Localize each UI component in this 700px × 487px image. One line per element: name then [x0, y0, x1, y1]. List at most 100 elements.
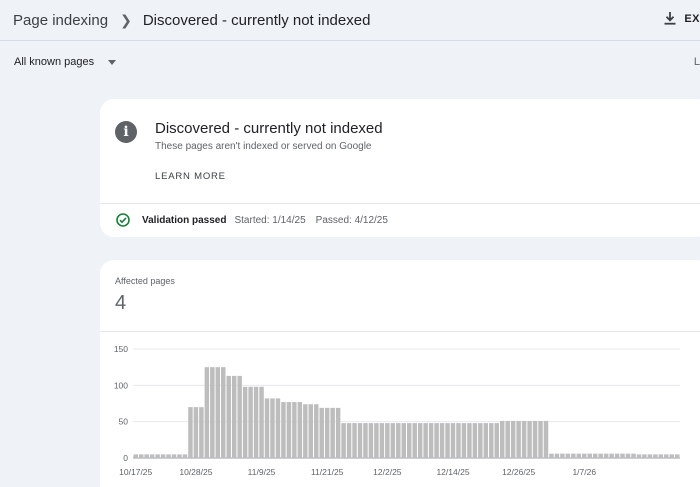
chart-bar[interactable] [286, 402, 292, 458]
chart-bar[interactable] [625, 453, 631, 458]
chart-bar[interactable] [675, 454, 680, 458]
chart-bar[interactable] [587, 453, 592, 458]
chart-bar[interactable] [576, 453, 582, 458]
chart-bar[interactable] [253, 386, 259, 458]
chart-bar[interactable] [642, 454, 647, 458]
chart-bar[interactable] [264, 398, 270, 458]
chart-bar[interactable] [319, 407, 324, 458]
chart-bar[interactable] [636, 454, 642, 458]
chart-bar[interactable] [450, 423, 456, 458]
chart-bar[interactable] [149, 454, 155, 458]
chart-bar[interactable] [543, 420, 549, 458]
chart-bar[interactable] [221, 367, 226, 458]
chart-bar[interactable] [231, 375, 237, 458]
chart-bar[interactable] [631, 453, 636, 458]
chart-bar[interactable] [428, 423, 434, 458]
chart-bar[interactable] [275, 398, 281, 458]
chart-bar[interactable] [653, 454, 658, 458]
chart-bar[interactable] [330, 407, 335, 458]
chart-bar[interactable] [182, 454, 188, 458]
chart-bar[interactable] [461, 423, 467, 458]
chart-bar[interactable] [226, 375, 231, 458]
chart-bar[interactable] [603, 453, 609, 458]
chart-bar[interactable] [527, 420, 532, 458]
chart-bar[interactable] [138, 454, 144, 458]
chart-bar[interactable] [215, 367, 221, 458]
chart-bar[interactable] [478, 423, 483, 458]
chart-bar[interactable] [510, 420, 516, 458]
chart-bar[interactable] [308, 404, 314, 458]
chart-bar[interactable] [664, 454, 669, 458]
chart-bar[interactable] [620, 453, 625, 458]
right-toolbar-label[interactable]: L [694, 56, 700, 68]
chart-bar[interactable] [669, 454, 675, 458]
chart-bar[interactable] [423, 423, 428, 458]
learn-more-link[interactable]: LEARN MORE [155, 171, 226, 182]
chart-bar[interactable] [374, 423, 379, 458]
chart-bar[interactable] [401, 423, 406, 458]
pages-filter-dropdown[interactable]: All known pages [14, 56, 117, 68]
export-button[interactable]: EX [664, 12, 700, 25]
chart-bar[interactable] [144, 454, 149, 458]
chart-bar[interactable] [396, 423, 401, 458]
chart-bar[interactable] [445, 423, 450, 458]
chart-bar[interactable] [270, 398, 275, 458]
chart-bar[interactable] [658, 454, 664, 458]
chart-bar[interactable] [614, 453, 620, 458]
chart-bar[interactable] [160, 454, 166, 458]
chart-bar[interactable] [532, 420, 538, 458]
chart-bar[interactable] [341, 423, 346, 458]
chart-bar[interactable] [297, 402, 303, 458]
chart-bar[interactable] [177, 454, 182, 458]
chart-bar[interactable] [357, 423, 363, 458]
chart-bar[interactable] [647, 454, 653, 458]
chart-bar[interactable] [417, 423, 423, 458]
chart-bar[interactable] [499, 420, 505, 458]
chart-bar[interactable] [155, 454, 160, 458]
chart-bar[interactable] [368, 423, 374, 458]
chart-bar[interactable] [335, 407, 341, 458]
chart-bar[interactable] [363, 423, 368, 458]
chart-bar[interactable] [472, 423, 478, 458]
chart-bar[interactable] [166, 454, 171, 458]
chart-bar[interactable] [439, 423, 445, 458]
chart-bar[interactable] [407, 423, 412, 458]
chart-bar[interactable] [204, 367, 210, 458]
chart-bar[interactable] [456, 423, 461, 458]
chart-bar[interactable] [242, 386, 248, 458]
chart-bar[interactable] [571, 453, 576, 458]
chart-bar[interactable] [390, 423, 396, 458]
chart-bar[interactable] [505, 420, 510, 458]
chart-bar[interactable] [193, 407, 199, 458]
chart-bar[interactable] [592, 453, 598, 458]
chart-bar[interactable] [210, 367, 215, 458]
chart-bar[interactable] [516, 420, 521, 458]
chart-bar[interactable] [521, 420, 527, 458]
chart-bar[interactable] [352, 423, 357, 458]
chart-bar[interactable] [483, 423, 489, 458]
chart-bar[interactable] [582, 453, 587, 458]
chart-bar[interactable] [133, 454, 138, 458]
chart-bar[interactable] [538, 420, 543, 458]
chart-bar[interactable] [598, 453, 603, 458]
chart-bar[interactable] [292, 402, 297, 458]
chart-bar[interactable] [379, 423, 385, 458]
chart-bar[interactable] [560, 453, 565, 458]
chart-bar[interactable] [188, 407, 193, 458]
chart-bar[interactable] [554, 453, 560, 458]
chart-bar[interactable] [412, 423, 417, 458]
chart-bar[interactable] [237, 375, 242, 458]
breadcrumb-page-indexing[interactable]: Page indexing [13, 12, 108, 29]
chart-bar[interactable] [494, 423, 499, 458]
chart-bar[interactable] [489, 423, 494, 458]
chart-bar[interactable] [199, 407, 204, 458]
chart-bar[interactable] [385, 423, 390, 458]
chart-bar[interactable] [434, 423, 439, 458]
chart-bar[interactable] [259, 386, 264, 458]
chart-bar[interactable] [565, 453, 571, 458]
chart-bar[interactable] [609, 453, 614, 458]
chart-bar[interactable] [171, 454, 177, 458]
chart-bar[interactable] [314, 404, 319, 458]
chart-bar[interactable] [248, 386, 253, 458]
chart-bar[interactable] [467, 423, 472, 458]
